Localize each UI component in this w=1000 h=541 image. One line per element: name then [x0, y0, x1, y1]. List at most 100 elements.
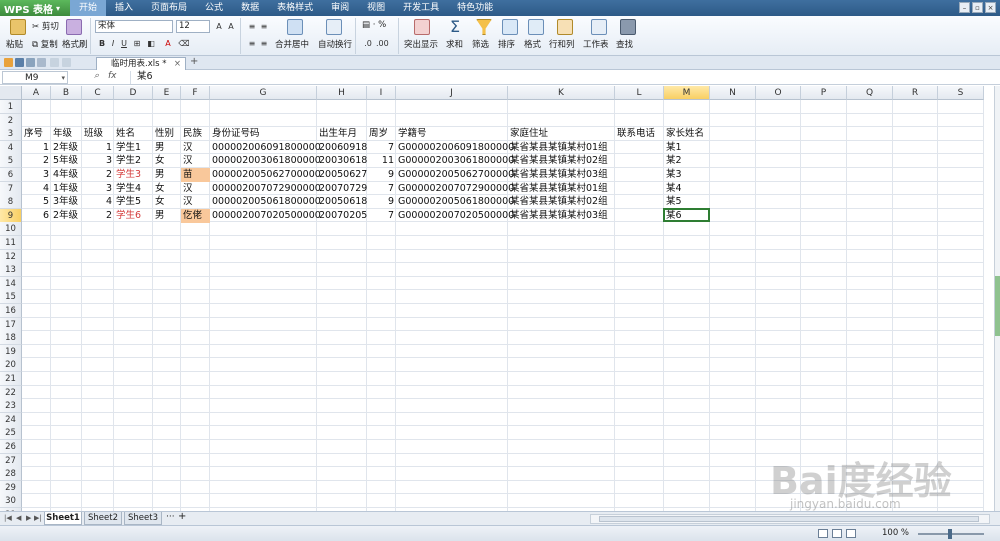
row-header[interactable]: 27 — [0, 453, 22, 468]
undo-icon[interactable] — [50, 58, 59, 67]
highlight-icon[interactable] — [414, 19, 430, 35]
table-cell[interactable] — [615, 182, 664, 196]
sort-icon[interactable] — [502, 19, 518, 35]
table-cell[interactable]: 2 — [82, 209, 114, 223]
print-icon[interactable] — [26, 58, 35, 67]
table-cell[interactable]: 000002007072900000 — [210, 182, 321, 196]
table-cell[interactable]: 20050627 — [317, 168, 367, 182]
table-cell[interactable]: 000002005061800000 — [210, 195, 321, 209]
table-cell[interactable]: 学生4 — [114, 182, 153, 196]
row-header[interactable]: 10 — [0, 222, 22, 237]
table-cell[interactable]: 5年级 — [51, 154, 82, 168]
table-cell[interactable]: 000002003061800000 — [210, 154, 321, 168]
menu-item[interactable]: 特色功能 — [448, 0, 502, 16]
table-cell[interactable] — [615, 195, 664, 209]
vertical-scroll-thumb[interactable] — [995, 276, 1000, 336]
font-size-select[interactable]: 12 — [176, 20, 210, 33]
app-menu-button[interactable]: WPS 表格 ▾ — [0, 0, 70, 16]
menu-item[interactable]: 视图 — [358, 0, 394, 16]
row-header[interactable]: 20 — [0, 358, 22, 373]
binoculars-icon[interactable] — [620, 19, 636, 35]
table-cell[interactable]: 男 — [153, 209, 181, 223]
table-cell[interactable]: 学生1 — [114, 141, 153, 155]
column-header[interactable]: A — [22, 86, 51, 100]
column-header[interactable]: B — [51, 86, 82, 100]
copy-button[interactable]: ⧉ 复制 — [32, 38, 58, 50]
row-header[interactable]: 24 — [0, 412, 22, 427]
next-sheet-icon[interactable]: ▶ — [26, 514, 31, 522]
menu-item[interactable]: 公式 — [196, 0, 232, 16]
table-cell[interactable]: 某4 — [664, 182, 710, 196]
menu-item[interactable]: 审阅 — [322, 0, 358, 16]
sheet-tab[interactable]: Sheet1 — [44, 512, 82, 525]
menu-item[interactable]: 开发工具 — [394, 0, 448, 16]
menu-item[interactable]: 插入 — [106, 0, 142, 16]
column-header[interactable]: K — [508, 86, 615, 100]
table-cell[interactable]: 20070729 — [317, 182, 367, 196]
document-tab[interactable]: 临时用表.xls * × — [96, 57, 186, 70]
paste-button[interactable]: 粘贴 — [6, 38, 23, 50]
table-cell[interactable]: 某1 — [664, 141, 710, 155]
merge-center-button[interactable]: 合并居中 — [275, 38, 309, 50]
row-header[interactable]: 5 — [0, 154, 22, 169]
find-button[interactable]: 查找 — [616, 38, 633, 50]
clear-format-icon[interactable]: ⌫ — [178, 38, 190, 49]
page-layout-icon[interactable] — [832, 529, 842, 538]
table-cell[interactable]: 2年级 — [51, 209, 82, 223]
underline-button[interactable]: U — [118, 38, 130, 49]
row-header[interactable]: 14 — [0, 276, 22, 291]
table-cell[interactable]: 学生6 — [114, 209, 153, 223]
save-icon[interactable] — [15, 58, 24, 67]
row-header[interactable]: 18 — [0, 331, 22, 346]
table-cell[interactable]: 序号 — [22, 127, 51, 141]
redo-icon[interactable] — [62, 58, 71, 67]
table-cell[interactable]: 汉 — [181, 182, 210, 196]
table-cell[interactable]: 000002005062700000 — [210, 168, 321, 182]
first-sheet-icon[interactable]: |◀ — [4, 514, 12, 522]
row-header[interactable]: 4 — [0, 140, 22, 155]
table-cell[interactable]: 7 — [367, 209, 396, 223]
sheet-tab[interactable]: Sheet2 — [84, 512, 122, 525]
table-cell[interactable]: 某省某县某镇某村01组 — [508, 182, 615, 196]
table-cell[interactable]: 20030618 — [317, 154, 367, 168]
row-header[interactable]: 2 — [0, 113, 22, 128]
row-header[interactable]: 6 — [0, 168, 22, 182]
table-cell[interactable] — [615, 209, 664, 223]
highlight-button[interactable]: 突出显示 — [404, 38, 438, 50]
column-header[interactable]: I — [367, 86, 396, 100]
table-cell[interactable]: 女 — [153, 195, 181, 209]
normal-view-icon[interactable] — [818, 529, 828, 538]
table-cell[interactable]: 性别 — [153, 127, 181, 141]
table-cell[interactable]: 3年级 — [51, 195, 82, 209]
row-header[interactable]: 25 — [0, 426, 22, 441]
add-sheet-icon[interactable]: + — [178, 511, 186, 522]
menu-item[interactable]: 页面布局 — [142, 0, 196, 16]
minimize-icon[interactable]: – — [959, 2, 970, 13]
close-tab-icon[interactable]: × — [174, 58, 181, 70]
column-header[interactable]: E — [153, 86, 181, 100]
column-header[interactable]: L — [615, 86, 664, 100]
preview-icon[interactable] — [37, 58, 46, 67]
column-header[interactable]: H — [317, 86, 367, 100]
table-cell[interactable]: 学生2 — [114, 154, 153, 168]
table-cell[interactable]: 男 — [153, 141, 181, 155]
folder-icon[interactable] — [4, 58, 13, 67]
column-header[interactable]: G — [210, 86, 317, 100]
table-cell[interactable]: 女 — [153, 154, 181, 168]
column-header[interactable]: R — [893, 86, 938, 100]
table-cell[interactable]: 某省某县某镇某村02组 — [508, 195, 615, 209]
vertical-scrollbar[interactable] — [994, 86, 1000, 511]
sort-button[interactable]: 排序 — [498, 38, 515, 50]
wrap-text-button[interactable]: 自动换行 — [318, 38, 352, 50]
table-cell[interactable]: 身份证号码 — [210, 127, 317, 141]
row-header[interactable]: 1 — [0, 100, 22, 114]
column-header[interactable]: N — [710, 86, 756, 100]
spreadsheet-grid[interactable]: A B C D E F G H I J K L M N O P Q R S 1 2 3 4 5 6 7 8 9 10 11 12 13 14 15… — [0, 86, 994, 511]
rows-cols-icon[interactable] — [557, 19, 573, 35]
font-grow-icon[interactable]: A — [213, 21, 225, 32]
row-header[interactable]: 26 — [0, 440, 22, 454]
align-middle-icon[interactable]: ≡ — [258, 21, 270, 32]
row-header[interactable]: 19 — [0, 344, 22, 359]
table-cell[interactable]: 某省某县某镇某村02组 — [508, 154, 615, 168]
column-header[interactable]: F — [181, 86, 210, 100]
